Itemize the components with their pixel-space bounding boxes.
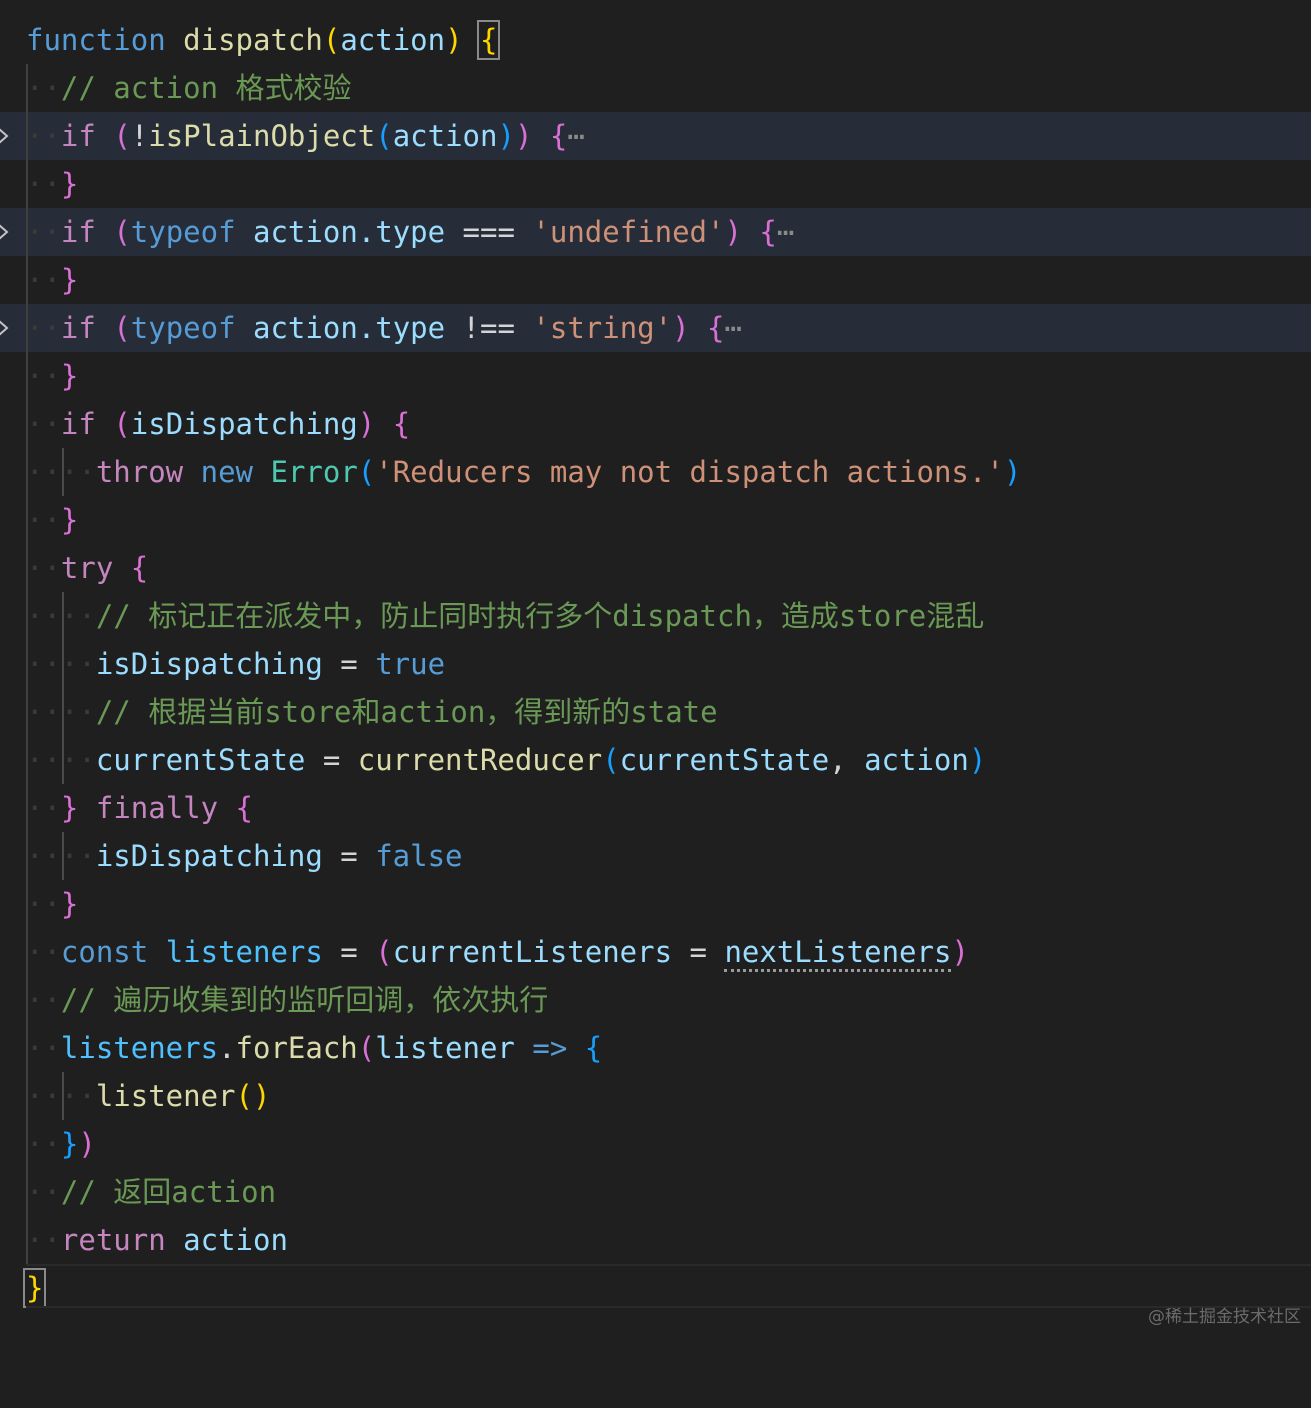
code-line-23[interactable]: ····listener() xyxy=(0,1072,1311,1120)
comment: // 遍历收集到的监听回调，依次执行 xyxy=(60,983,549,1017)
code-line-22[interactable]: ··listeners.forEach(listener => { xyxy=(0,1024,1311,1072)
code-line-2[interactable]: ··// action 格式校验 xyxy=(0,64,1311,112)
watermark: @稀土掘金技术社区 xyxy=(1148,1307,1301,1327)
code-line-21[interactable]: ··// 遍历收集到的监听回调，依次执行 xyxy=(0,976,1311,1024)
code-line-8[interactable]: ··} xyxy=(0,352,1311,400)
code-line-7-folded[interactable]: ··if (typeof action.type !== 'string') {… xyxy=(0,304,1311,352)
folded-ellipsis[interactable]: ⋯ xyxy=(777,215,794,249)
token-function-name: dispatch xyxy=(183,23,323,57)
matched-bracket-close: } xyxy=(22,1268,47,1308)
comment: // 根据当前store和action，得到新的state xyxy=(95,695,718,729)
code-line-19[interactable]: ··} xyxy=(0,880,1311,928)
code-line-11[interactable]: ··} xyxy=(0,496,1311,544)
code-line-10[interactable]: ····throw new Error('Reducers may not di… xyxy=(0,448,1311,496)
comment: // action 格式校验 xyxy=(60,71,352,105)
token-param: action xyxy=(340,23,446,57)
code-line-27[interactable]: } xyxy=(0,1264,1311,1312)
code-line-3-folded[interactable]: ··if (!isPlainObject(action)) {⋯ xyxy=(0,112,1311,160)
code-line-15[interactable]: ····// 根据当前store和action，得到新的state xyxy=(0,688,1311,736)
code-line-26[interactable]: ··return action xyxy=(0,1216,1311,1264)
fold-expand-chevron-icon[interactable] xyxy=(0,126,10,146)
code-line-12[interactable]: ··try { xyxy=(0,544,1311,592)
code-line-13[interactable]: ····// 标记正在派发中，防止同时执行多个dispatch，造成store混… xyxy=(0,592,1311,640)
code-line-17[interactable]: ··} finally { xyxy=(0,784,1311,832)
comment: // 返回action xyxy=(60,1175,277,1209)
current-line-border-top xyxy=(26,1264,1311,1266)
code-line-4[interactable]: ··} xyxy=(0,160,1311,208)
current-line-border-bottom xyxy=(26,1306,1311,1308)
lint-hint-squiggle[interactable]: nextListeners xyxy=(724,935,952,972)
code-line-25[interactable]: ··// 返回action xyxy=(0,1168,1311,1216)
code-line-1[interactable]: function dispatch(action) { xyxy=(0,16,1311,64)
folded-ellipsis[interactable]: ⋯ xyxy=(567,119,584,153)
code-line-9[interactable]: ··if (isDispatching) { xyxy=(0,400,1311,448)
code-line-6[interactable]: ··} xyxy=(0,256,1311,304)
comment: // 标记正在派发中，防止同时执行多个dispatch，造成store混乱 xyxy=(95,599,985,633)
code-line-20[interactable]: ··const listeners = (currentListeners = … xyxy=(0,928,1311,976)
code-line-18[interactable]: ····isDispatching = false xyxy=(0,832,1311,880)
fold-expand-chevron-icon[interactable] xyxy=(0,222,10,242)
code-line-16[interactable]: ····currentState = currentReducer(curren… xyxy=(0,736,1311,784)
matched-bracket-open: { xyxy=(476,20,501,60)
folded-ellipsis[interactable]: ⋯ xyxy=(725,311,742,345)
code-line-14[interactable]: ····isDispatching = true xyxy=(0,640,1311,688)
code-line-5-folded[interactable]: ··if (typeof action.type === 'undefined'… xyxy=(0,208,1311,256)
fold-expand-chevron-icon[interactable] xyxy=(0,318,10,338)
code-editor[interactable]: function dispatch(action) { ··// action … xyxy=(0,16,1311,1312)
code-line-24[interactable]: ··}) xyxy=(0,1120,1311,1168)
token-function-keyword: function xyxy=(26,23,166,57)
